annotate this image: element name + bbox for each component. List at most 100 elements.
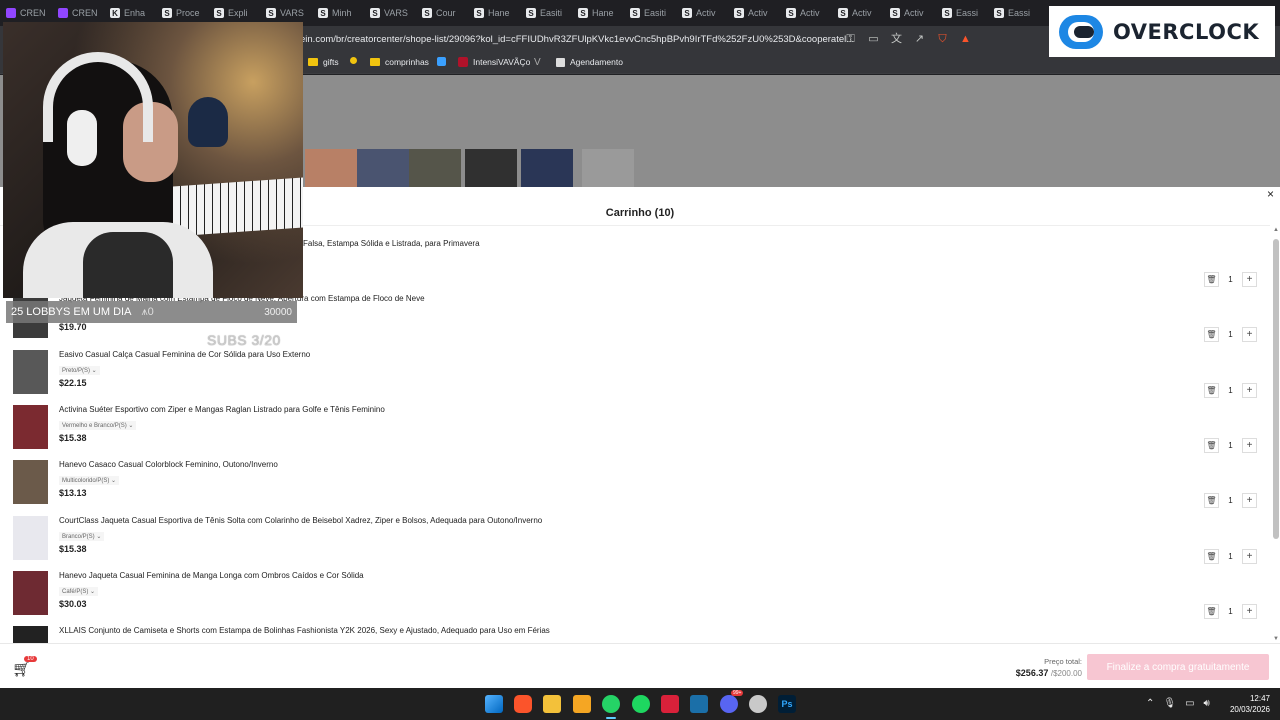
browser-tab[interactable]: S Proce xyxy=(162,3,214,23)
bookmark-gifts[interactable]: gifts xyxy=(308,57,339,67)
cart-icon[interactable]: 🛒︎ xyxy=(12,660,31,678)
quantity-value[interactable]: 1 xyxy=(1222,386,1239,395)
bookmark-comprinhas[interactable]: comprinhas xyxy=(370,57,429,67)
cart-item-image[interactable] xyxy=(13,349,48,394)
trash-icon[interactable]: 🗑︎ xyxy=(1204,548,1219,564)
browser-tab[interactable]: S VARS xyxy=(266,3,318,23)
browser-tab[interactable]: S Activ xyxy=(786,3,838,23)
cart-item-image[interactable] xyxy=(13,515,48,560)
cart-item-variant-select[interactable]: Café/P(S) ⌄ xyxy=(59,586,99,596)
translate-icon[interactable]: 文 xyxy=(890,33,903,46)
cart-item-image[interactable] xyxy=(13,570,48,615)
scroll-up-icon[interactable]: ▲ xyxy=(1273,227,1279,233)
whatsapp-icon[interactable] xyxy=(602,695,620,713)
scrollbar-thumb[interactable] xyxy=(1273,239,1279,539)
install-app-icon[interactable]: ▭ xyxy=(867,33,880,46)
brave-browser-icon[interactable] xyxy=(514,695,532,713)
file-explorer-icon[interactable] xyxy=(543,695,561,713)
cart-item-variant-select[interactable]: Branco/P(S) ⌄ xyxy=(59,531,105,541)
brave-shields-icon[interactable]: ⛉ xyxy=(936,33,949,46)
browser-tab[interactable]: CREN xyxy=(6,3,58,23)
browser-tab[interactable]: S Easiti xyxy=(630,3,682,23)
quantity-value[interactable]: 1 xyxy=(1222,441,1239,450)
cart-item-name[interactable]: Hanevo Casaco Casual Colorblock Feminino… xyxy=(59,460,278,469)
plus-icon[interactable]: + xyxy=(1242,493,1257,509)
steam-icon[interactable] xyxy=(690,695,708,713)
browser-tab[interactable]: S Activ xyxy=(734,3,786,23)
cart-item-name[interactable]: Activina Suéter Esportivo com Ziper e Ma… xyxy=(59,405,385,414)
share-icon[interactable]: ↗ xyxy=(913,33,926,46)
quantity-value[interactable]: 1 xyxy=(1222,607,1239,616)
plus-icon[interactable]: + xyxy=(1242,437,1257,453)
cart-item-name[interactable]: CourtClass Jaqueta Casual Esportiva de T… xyxy=(59,516,542,525)
cart-item-variant-select[interactable]: Preto/P(S) ⌄ xyxy=(59,365,100,375)
cart-item-variant-select[interactable]: Vermelho e Branco/P(S) ⌄ xyxy=(59,420,137,430)
product-thumbnail[interactable] xyxy=(409,149,461,187)
browser-tab[interactable]: S Eassi xyxy=(942,3,994,23)
trash-icon[interactable]: 🗑︎ xyxy=(1204,327,1219,343)
app-red-icon[interactable] xyxy=(661,695,679,713)
browser-tab[interactable]: S Eassi xyxy=(994,3,1046,23)
discord-icon[interactable]: 99+ xyxy=(720,690,744,713)
product-thumbnail[interactable] xyxy=(465,149,517,187)
bookmark-agendamento[interactable]: Agendamento xyxy=(556,57,623,67)
quantity-value[interactable]: 1 xyxy=(1222,496,1239,505)
volume-icon[interactable]: 🔊︎ xyxy=(1204,698,1210,709)
browser-tab[interactable]: S VARS xyxy=(370,3,422,23)
cart-item-name[interactable]: XLLAIS Conjunto de Camiseta e Shorts com… xyxy=(59,626,550,635)
cart-item-name[interactable]: Hanevo Jaqueta Casual Feminina de Manga … xyxy=(59,571,364,580)
cart-item-name[interactable]: Falsa, Estampa Sólida e Listrada, para P… xyxy=(303,239,480,248)
plus-icon[interactable]: + xyxy=(1242,272,1257,287)
browser-tab[interactable]: S Activ xyxy=(838,3,890,23)
bookmark-v[interactable]: V xyxy=(534,57,541,68)
browser-tab[interactable]: S Expli xyxy=(214,3,266,23)
browser-tab[interactable]: S Minh xyxy=(318,3,370,23)
browser-tab[interactable]: S Activ xyxy=(890,3,942,23)
browser-tab[interactable]: S Cour xyxy=(422,3,474,23)
bookmark-intensivao[interactable]: IntensiVAVÃÇo xyxy=(458,57,530,67)
sublime-text-icon[interactable] xyxy=(573,695,591,713)
trash-icon[interactable]: 🗑︎ xyxy=(1204,493,1219,509)
product-thumbnail[interactable] xyxy=(521,149,573,187)
scrollbar[interactable]: ▲ ▼ xyxy=(1273,227,1279,642)
browser-tab[interactable]: S Easiti xyxy=(526,3,578,23)
plus-icon[interactable]: + xyxy=(1242,382,1257,398)
bookmark-dot[interactable] xyxy=(350,57,357,64)
quantity-value[interactable]: 1 xyxy=(1222,275,1239,284)
cart-item-variant-select[interactable]: Multicolorido/P(S) ⌄ xyxy=(59,476,120,486)
quantity-value[interactable]: 1 xyxy=(1222,330,1239,339)
chevron-up-icon[interactable]: ⌃ xyxy=(1146,698,1154,709)
quantity-value[interactable]: 1 xyxy=(1222,552,1239,561)
product-thumbnail[interactable] xyxy=(357,149,409,187)
network-icon[interactable]: ▭ xyxy=(1185,698,1194,709)
close-icon[interactable]: × xyxy=(1267,187,1274,201)
cart-item-image[interactable] xyxy=(13,404,48,449)
microphone-icon[interactable]: 🎙︎ xyxy=(1163,698,1176,709)
browser-tab[interactable]: S Hane xyxy=(474,3,526,23)
plus-icon[interactable]: + xyxy=(1242,548,1257,564)
windows-start-icon[interactable] xyxy=(485,695,503,713)
browser-tab[interactable]: CREN xyxy=(58,3,110,23)
checkout-button[interactable]: Finalize a compra gratuitamente xyxy=(1087,654,1269,680)
photoshop-icon[interactable]: Ps xyxy=(778,695,796,713)
browser-tab[interactable]: S Hane xyxy=(578,3,630,23)
product-thumbnail[interactable] xyxy=(305,149,357,187)
obs-icon[interactable] xyxy=(749,695,767,713)
trash-icon[interactable]: 🗑︎ xyxy=(1204,603,1219,619)
trash-icon[interactable]: 🗑︎ xyxy=(1204,272,1219,287)
trash-icon[interactable]: 🗑︎ xyxy=(1204,382,1219,398)
cart-item-name[interactable]: Easivo Casual Calça Casual Feminina de C… xyxy=(59,350,310,359)
spotify-icon[interactable] xyxy=(632,695,650,713)
scroll-down-icon[interactable]: ▼ xyxy=(1273,636,1279,642)
cart-item-image[interactable] xyxy=(13,460,48,505)
browser-tab[interactable]: S Activ xyxy=(682,3,734,23)
product-thumbnail[interactable] xyxy=(582,149,634,187)
brave-rewards-icon[interactable]: ▲ xyxy=(959,33,972,46)
trash-icon[interactable]: 🗑︎ xyxy=(1204,437,1219,453)
password-key-icon[interactable]: ⚿ xyxy=(844,33,857,46)
browser-tab[interactable]: K Enha xyxy=(110,3,162,23)
plus-icon[interactable]: + xyxy=(1242,603,1257,619)
plus-icon[interactable]: + xyxy=(1242,327,1257,343)
bookmark-extension[interactable] xyxy=(437,57,446,66)
system-clock[interactable]: 12:47 20/03/2026 xyxy=(1218,693,1270,715)
